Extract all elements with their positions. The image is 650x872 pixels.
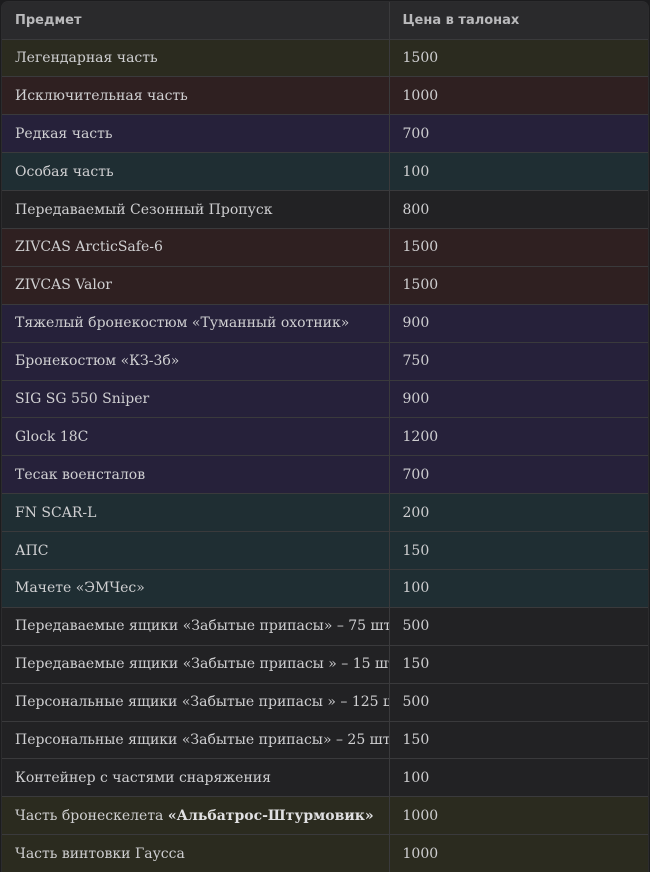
item-name-cell: Мачете «ЭМЧес» — [2, 569, 389, 608]
table-row: FN SCAR-L 200 — [2, 493, 648, 533]
item-name: Бронекостюм «КЗ-3б» — [15, 353, 180, 370]
item-price-cell: 150 — [388, 721, 648, 760]
item-name: Мачете «ЭМЧес» — [15, 580, 145, 597]
table-row: Передаваемый Сезонный Пропуск 800 — [2, 190, 648, 229]
table-row: Персональные ящики «Забытые припасы » – … — [2, 683, 648, 722]
item-name-cell: Особая часть — [2, 152, 389, 192]
item-name: Особая часть — [15, 163, 114, 180]
item-name-cell: Часть бронескелета «Альбатрос-Штурмовик» — [2, 796, 389, 836]
item-name: ZIVCAS Valor — [15, 277, 113, 294]
item-price-cell: 500 — [388, 607, 648, 646]
table-row: Редкая часть 700 — [2, 114, 648, 154]
item-price-cell: 700 — [388, 114, 648, 154]
table-row: Часть винтовки Гаусса 1000 — [2, 834, 648, 872]
item-name-cell: Часть винтовки Гаусса — [2, 834, 389, 872]
table-row: Легендарная часть 1500 — [2, 39, 648, 78]
item-name: Тяжелый бронекостюм «Туманный охотник» — [15, 315, 350, 332]
table-row: Glock 18C 1200 — [2, 417, 648, 457]
item-price-cell: 150 — [388, 645, 648, 684]
price-table-container: Предмет Цена в талонах Легендарная часть… — [2, 2, 648, 872]
item-name-cell: Передаваемый Сезонный Пропуск — [2, 190, 389, 229]
table-row: АПС 150 — [2, 531, 648, 570]
item-name-cell: Персональные ящики «Забытые припасы» – 2… — [2, 721, 389, 760]
item-name-cell: Исключительная часть — [2, 76, 389, 116]
item-price-cell: 500 — [388, 683, 648, 722]
table-row: Передаваемые ящики «Забытые припасы » – … — [2, 645, 648, 684]
column-header-item: Предмет — [2, 2, 389, 40]
item-name: Редкая часть — [15, 125, 113, 142]
item-name-cell: Легендарная часть — [2, 39, 389, 78]
item-name: ZIVCAS ArcticSafe-6 — [15, 239, 163, 256]
item-name: Передаваемые ящики «Забытые припасы » – … — [15, 656, 389, 673]
table-header: Предмет Цена в талонах — [2, 2, 648, 40]
item-name: Передаваемый Сезонный Пропуск — [15, 201, 273, 218]
item-name-cell: Тесак военсталов — [2, 455, 389, 495]
table-row: Мачете «ЭМЧес» 100 — [2, 569, 648, 608]
item-name: Исключительная часть — [15, 87, 188, 104]
table-row: Тяжелый бронекостюм «Туманный охотник» 90… — [2, 304, 648, 343]
item-price-cell: 1000 — [388, 796, 648, 836]
item-price-cell: 1000 — [388, 76, 648, 116]
item-name: SIG SG 550 Sniper — [15, 390, 150, 407]
item-name-cell: Контейнер с частями снаряжения — [2, 758, 389, 798]
item-name-cell: FN SCAR-L — [2, 493, 389, 533]
item-price-cell: 1000 — [388, 834, 648, 872]
item-name-cell: ZIVCAS ArcticSafe-6 — [2, 228, 389, 267]
item-name: АПС — [15, 542, 49, 559]
table-row: Часть бронескелета «Альбатрос-Штурмовик»… — [2, 796, 648, 836]
item-price-cell: 100 — [388, 152, 648, 192]
item-name: Часть винтовки Гаусса — [15, 845, 185, 862]
table-row: Контейнер с частями снаряжения 100 — [2, 758, 648, 798]
item-name: Контейнер с частями снаряжения — [15, 769, 271, 786]
item-price-cell: 200 — [388, 493, 648, 533]
item-price-cell: 800 — [388, 190, 648, 229]
item-price-cell: 1500 — [388, 228, 648, 267]
item-price-cell: 100 — [388, 758, 648, 798]
item-name-cell: АПС — [2, 531, 389, 570]
table-body: Легендарная часть 1500 Исключительная част… — [2, 39, 648, 872]
item-price-cell: 900 — [388, 304, 648, 343]
item-price-cell: 900 — [388, 380, 648, 419]
item-price-cell: 150 — [388, 531, 648, 570]
item-name-cell: ZIVCAS Valor — [2, 266, 389, 305]
item-name-cell: Персональные ящики «Забытые припасы » – … — [2, 683, 389, 722]
item-price-cell: 700 — [388, 455, 648, 495]
item-name-bold: «Альбатрос-Штурмовик» — [167, 807, 374, 824]
item-name: Легендарная часть — [15, 49, 158, 66]
item-name-cell: SIG SG 550 Sniper — [2, 380, 389, 419]
table-row: Передаваемые ящики «Забытые припасы» – 7… — [2, 607, 648, 646]
item-name: Часть бронескелета — [15, 807, 168, 824]
item-name-cell: Редкая часть — [2, 114, 389, 154]
item-price-cell: 100 — [388, 569, 648, 608]
price-table: Предмет Цена в талонах Легендарная часть… — [2, 2, 648, 872]
item-price-cell: 1500 — [388, 39, 648, 78]
item-name-cell: Передаваемые ящики «Забытые припасы» – 7… — [2, 607, 389, 646]
table-row: Персональные ящики «Забытые припасы» – 2… — [2, 721, 648, 760]
item-name: Glock 18C — [15, 428, 89, 445]
item-name-cell: Бронекостюм «КЗ-3б» — [2, 342, 389, 381]
table-row: SIG SG 550 Sniper 900 — [2, 380, 648, 419]
item-price-cell: 1200 — [388, 417, 648, 457]
item-name-cell: Тяжелый бронекостюм «Туманный охотник» — [2, 304, 389, 343]
table-row: Исключительная часть 1000 — [2, 76, 648, 116]
item-name: Передаваемые ящики «Забытые припасы» – 7… — [15, 618, 389, 635]
table-row: Особая часть 100 — [2, 152, 648, 192]
item-name: Персональные ящики «Забытые припасы » – … — [15, 694, 389, 711]
item-name-cell: Glock 18C — [2, 417, 389, 457]
table-row: ZIVCAS Valor 1500 — [2, 266, 648, 305]
column-header-price: Цена в талонах — [388, 2, 648, 40]
item-name: Персональные ящики «Забытые припасы» – 2… — [15, 731, 389, 748]
header-row: Предмет Цена в талонах — [2, 2, 648, 40]
item-price-cell: 1500 — [388, 266, 648, 305]
table-row: Бронекостюм «КЗ-3б» 750 — [2, 342, 648, 381]
item-name: FN SCAR-L — [15, 504, 97, 521]
item-price-cell: 750 — [388, 342, 648, 381]
table-row: Тесак военсталов 700 — [2, 455, 648, 495]
table-row: ZIVCAS ArcticSafe-6 1500 — [2, 228, 648, 267]
item-name-cell: Передаваемые ящики «Забытые припасы » – … — [2, 645, 389, 684]
item-name: Тесак военсталов — [15, 466, 146, 483]
